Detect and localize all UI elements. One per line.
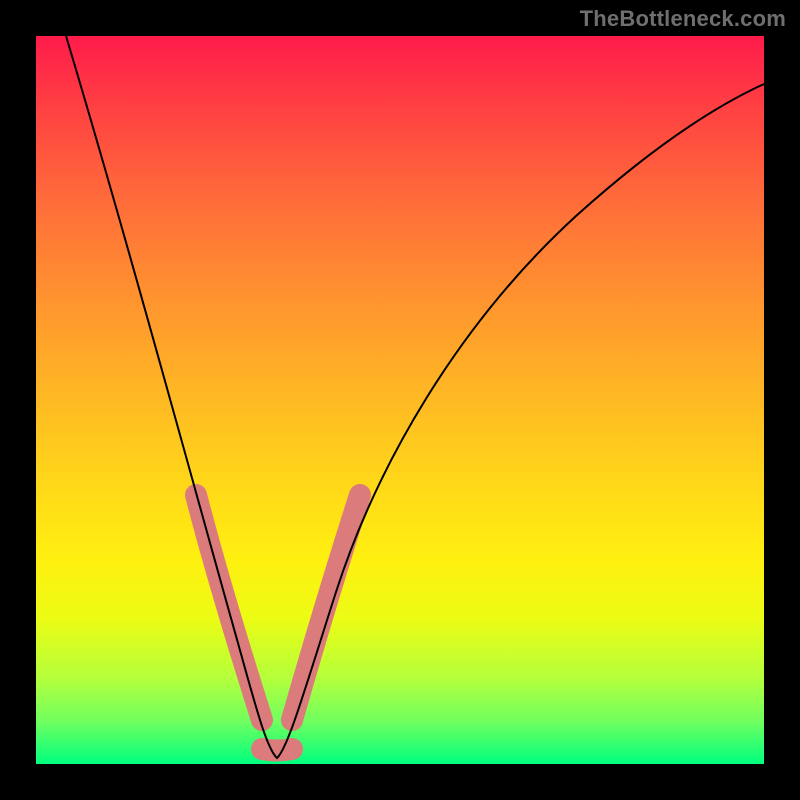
highlight-right-band [292,495,360,720]
watermark-text: TheBottleneck.com [580,6,786,32]
highlight-bottom-band [262,749,292,751]
bottleneck-curve [66,36,764,758]
chart-svg [36,36,764,764]
chart-plot-area [36,36,764,764]
